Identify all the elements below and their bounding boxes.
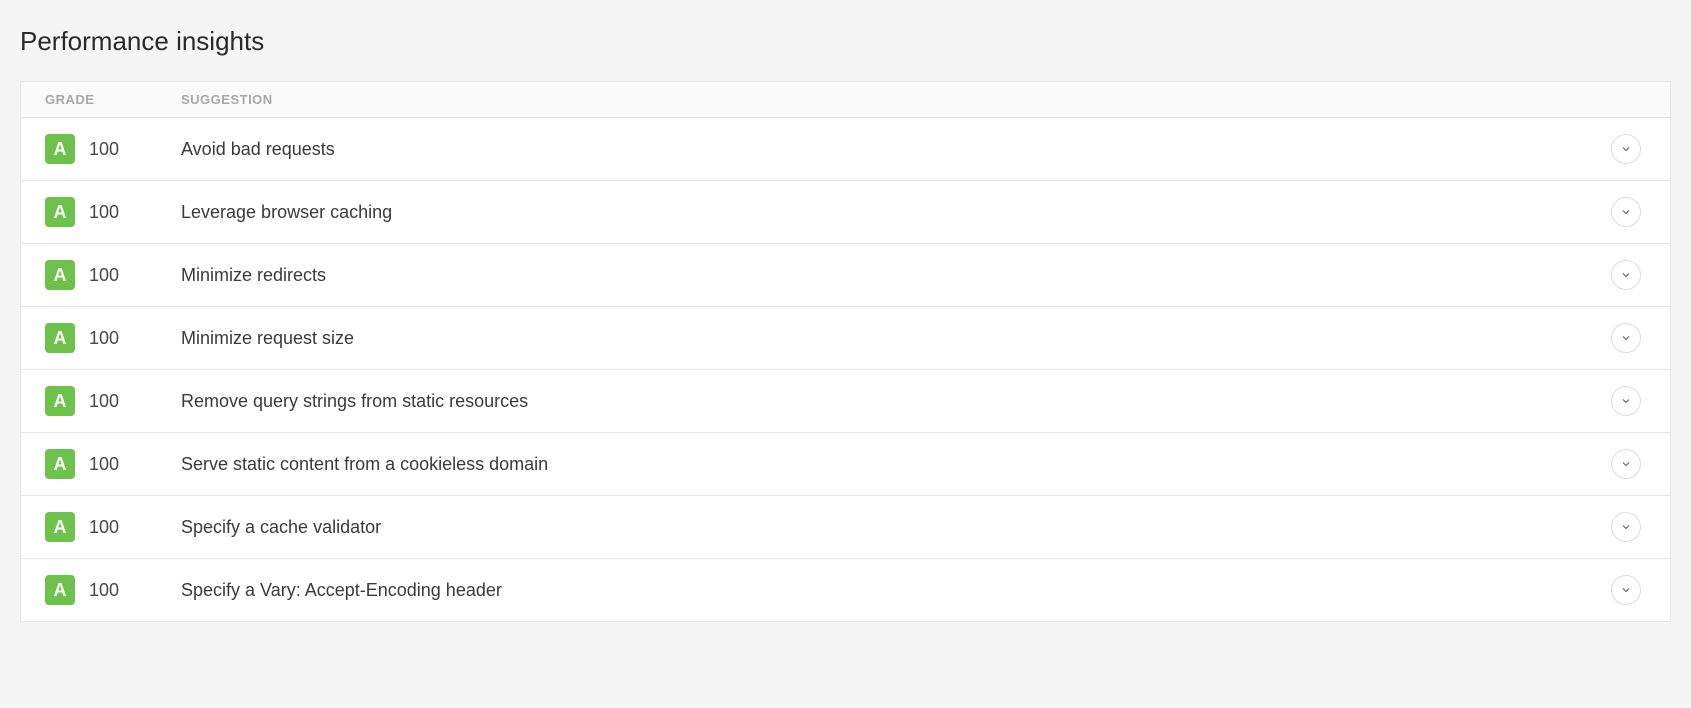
chevron-down-icon [1620, 206, 1632, 218]
suggestion-text: Avoid bad requests [181, 139, 1600, 160]
expand-button[interactable] [1611, 197, 1641, 227]
column-header-grade: GRADE [21, 92, 181, 107]
grade-score: 100 [89, 328, 119, 349]
suggestion-text: Remove query strings from static resourc… [181, 391, 1600, 412]
grade-cell: A 100 [21, 323, 181, 353]
grade-score: 100 [89, 202, 119, 223]
expand-cell [1600, 197, 1670, 227]
expand-button[interactable] [1611, 449, 1641, 479]
table-header-row: GRADE SUGGESTION [21, 82, 1670, 118]
suggestion-text: Minimize redirects [181, 265, 1600, 286]
grade-score: 100 [89, 265, 119, 286]
expand-cell [1600, 134, 1670, 164]
suggestion-text: Specify a cache validator [181, 517, 1600, 538]
grade-score: 100 [89, 391, 119, 412]
column-header-suggestion: SUGGESTION [181, 92, 1670, 107]
grade-badge: A [45, 449, 75, 479]
grade-cell: A 100 [21, 197, 181, 227]
chevron-down-icon [1620, 521, 1632, 533]
table-row[interactable]: A 100 Leverage browser caching [21, 181, 1670, 244]
grade-badge: A [45, 512, 75, 542]
grade-score: 100 [89, 517, 119, 538]
expand-button[interactable] [1611, 134, 1641, 164]
grade-cell: A 100 [21, 260, 181, 290]
grade-badge: A [45, 197, 75, 227]
grade-score: 100 [89, 580, 119, 601]
grade-score: 100 [89, 139, 119, 160]
expand-cell [1600, 260, 1670, 290]
chevron-down-icon [1620, 584, 1632, 596]
expand-button[interactable] [1611, 512, 1641, 542]
expand-cell [1600, 449, 1670, 479]
expand-cell [1600, 512, 1670, 542]
grade-badge: A [45, 323, 75, 353]
page-title: Performance insights [20, 26, 1671, 57]
chevron-down-icon [1620, 143, 1632, 155]
expand-button[interactable] [1611, 386, 1641, 416]
chevron-down-icon [1620, 458, 1632, 470]
expand-cell [1600, 323, 1670, 353]
table-row[interactable]: A 100 Remove query strings from static res… [21, 370, 1670, 433]
grade-cell: A 100 [21, 512, 181, 542]
suggestion-text: Serve static content from a cookieless d… [181, 454, 1600, 475]
grade-cell: A 100 [21, 449, 181, 479]
expand-cell [1600, 575, 1670, 605]
expand-button[interactable] [1611, 575, 1641, 605]
table-row[interactable]: A 100 Avoid bad requests [21, 118, 1670, 181]
suggestion-text: Specify a Vary: Accept-Encoding header [181, 580, 1600, 601]
grade-cell: A 100 [21, 575, 181, 605]
table-row[interactable]: A 100 Minimize redirects [21, 244, 1670, 307]
chevron-down-icon [1620, 395, 1632, 407]
insights-table: GRADE SUGGESTION A100Avoid bad requestsA… [20, 81, 1671, 622]
grade-badge: A [45, 386, 75, 416]
chevron-down-icon [1620, 269, 1632, 281]
grade-score: 100 [89, 454, 119, 475]
grade-badge: A [45, 134, 75, 164]
expand-button[interactable] [1611, 260, 1641, 290]
chevron-down-icon [1620, 332, 1632, 344]
table-row[interactable]: A 100 Specify a Vary: Accept-Encoding head… [21, 559, 1670, 621]
suggestion-text: Minimize request size [181, 328, 1600, 349]
table-row[interactable]: A 100 Minimize request size [21, 307, 1670, 370]
grade-cell: A 100 [21, 386, 181, 416]
table-row[interactable]: A 100 Serve static content from a cookiele… [21, 433, 1670, 496]
expand-button[interactable] [1611, 323, 1641, 353]
grade-cell: A 100 [21, 134, 181, 164]
suggestion-text: Leverage browser caching [181, 202, 1600, 223]
grade-badge: A [45, 575, 75, 605]
expand-cell [1600, 386, 1670, 416]
grade-badge: A [45, 260, 75, 290]
table-row[interactable]: A 100 Specify a cache validator [21, 496, 1670, 559]
